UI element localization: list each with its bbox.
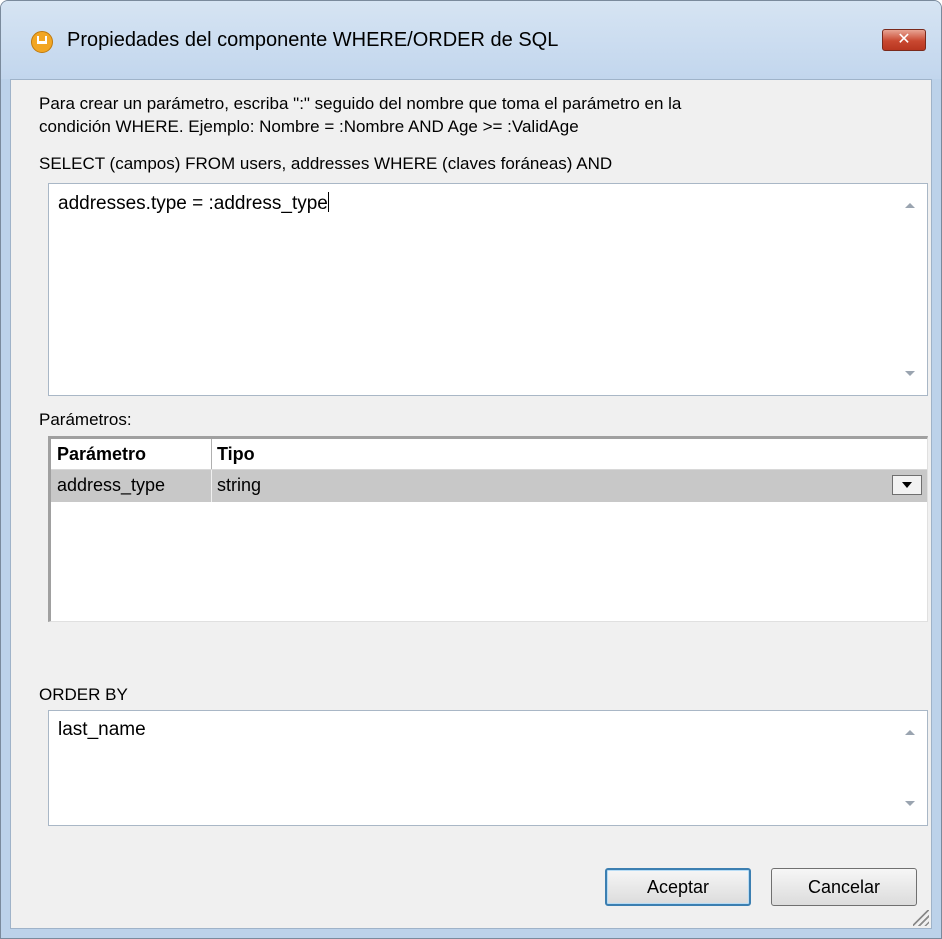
dialog-title: Propiedades del componente WHERE/ORDER d…	[67, 29, 559, 51]
column-header-type[interactable]: Tipo	[217, 444, 255, 465]
close-button[interactable]: ✕	[882, 29, 926, 51]
where-condition-text: addresses.type = :address_type	[58, 193, 328, 214]
scroll-up-arrow-icon[interactable]	[905, 730, 915, 735]
table-row[interactable]: address_type string	[51, 470, 927, 502]
title-bar[interactable]: Propiedades del componente WHERE/ORDER d…	[1, 1, 941, 79]
where-label: SELECT (campos) FROM users, addresses WH…	[39, 154, 613, 173]
parameters-grid[interactable]: Parámetro Tipo address_type string	[48, 436, 928, 622]
scroll-down-arrow-icon[interactable]	[905, 801, 915, 806]
cell-divider	[211, 470, 212, 502]
order-by-label: ORDER BY	[39, 685, 128, 704]
dialog-body: Para crear un parámetro, escriba ":" seg…	[10, 79, 932, 929]
where-condition-input[interactable]: addresses.type = :address_type	[48, 183, 928, 396]
order-by-input[interactable]: last_name	[48, 710, 928, 826]
resize-grip-icon[interactable]	[913, 910, 929, 926]
parameter-name-cell[interactable]: address_type	[57, 475, 165, 496]
dialog-window: Propiedades del componente WHERE/ORDER d…	[0, 0, 942, 939]
where-scrollbar[interactable]	[893, 184, 927, 395]
instructions-line-1: Para crear un parámetro, escriba ":" seg…	[39, 94, 682, 113]
parameter-type-cell[interactable]: string	[217, 475, 261, 496]
app-icon	[31, 31, 53, 53]
order-by-text: last_name	[58, 719, 146, 740]
grid-header: Parámetro Tipo	[51, 439, 927, 470]
text-cursor	[327, 192, 329, 212]
column-header-parameter[interactable]: Parámetro	[57, 444, 146, 465]
scroll-up-arrow-icon[interactable]	[905, 203, 915, 208]
ok-button[interactable]: Aceptar	[605, 868, 751, 906]
column-divider[interactable]	[211, 439, 212, 469]
scroll-down-arrow-icon[interactable]	[905, 371, 915, 376]
cancel-button[interactable]: Cancelar	[771, 868, 917, 906]
type-dropdown-button[interactable]	[892, 475, 922, 495]
order-by-scrollbar[interactable]	[893, 711, 927, 825]
instructions-line-2: condición WHERE. Ejemplo: Nombre = :Nomb…	[39, 117, 579, 136]
parameters-label: Parámetros:	[39, 410, 132, 429]
